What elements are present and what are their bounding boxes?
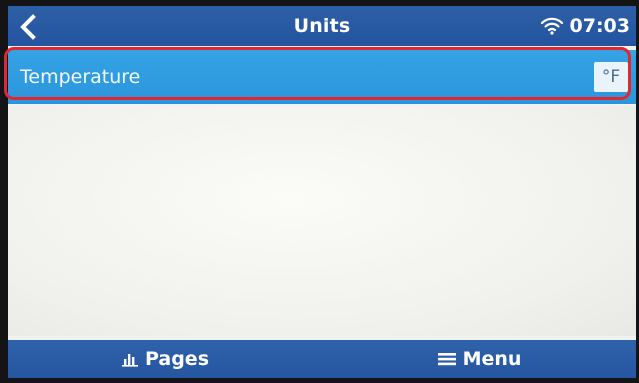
pages-label: Pages	[144, 348, 210, 370]
empty-content-area	[8, 106, 636, 336]
setting-row-temperature[interactable]: Temperature °F	[8, 50, 636, 104]
device-frame: Units 07:03 Temperature °F Pages Menu	[0, 0, 639, 383]
menu-button[interactable]: Menu	[322, 340, 636, 378]
clock: 07:03	[569, 15, 630, 37]
setting-value[interactable]: °F	[594, 62, 628, 92]
pages-button[interactable]: Pages	[8, 340, 322, 378]
bottom-bar: Pages Menu	[8, 340, 636, 378]
menu-label: Menu	[462, 348, 522, 370]
setting-label: Temperature	[20, 66, 141, 88]
menu-icon	[437, 353, 456, 366]
title-bar: Units 07:03	[8, 6, 636, 46]
screen: Units 07:03 Temperature °F Pages Menu	[8, 6, 636, 378]
wifi-icon	[540, 17, 563, 35]
status-area: 07:03	[540, 6, 630, 46]
bar-chart-icon	[121, 354, 138, 367]
